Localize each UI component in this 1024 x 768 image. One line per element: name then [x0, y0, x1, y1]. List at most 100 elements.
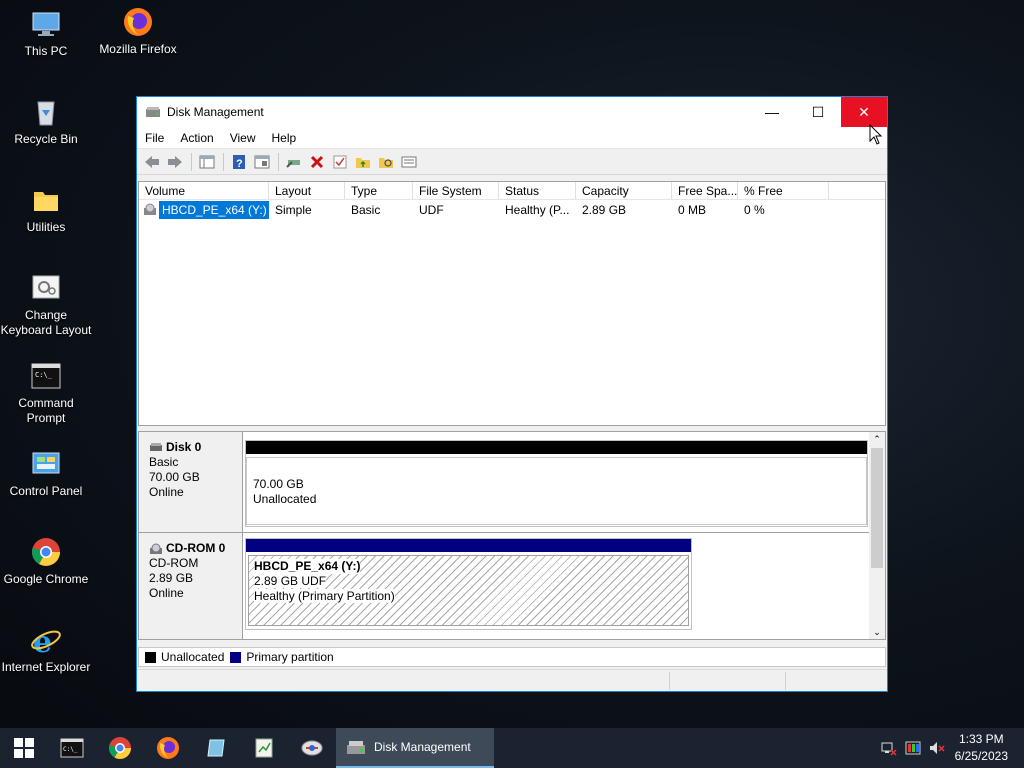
svg-text:?: ?: [236, 158, 243, 170]
column-header-volume[interactable]: Volume: [139, 182, 269, 199]
system-clock[interactable]: 1:33 PM 6/25/2023: [955, 731, 1008, 765]
desktop-icon-label: Change Keyboard Layout: [0, 308, 92, 337]
menu-action[interactable]: Action: [172, 131, 221, 145]
check-icon[interactable]: [329, 152, 351, 172]
cdrom-0-state: Online: [149, 586, 184, 600]
taskbar-chrome[interactable]: [96, 728, 144, 768]
volume-name-cell[interactable]: HBCD_PE_x64 (Y:): [158, 201, 269, 219]
desktop-icon-utilities[interactable]: Utilities: [0, 184, 92, 235]
taskbar-app-3[interactable]: [288, 728, 336, 768]
hard-disk-icon: [149, 442, 163, 454]
column-header-percent-free[interactable]: % Free: [738, 182, 829, 199]
disk-0-partition-area[interactable]: 70.00 GB Unallocated: [245, 440, 868, 527]
desktop-icon-label: Control Panel: [9, 484, 83, 498]
table-row[interactable]: HBCD_PE_x64 (Y:) Simple Basic UDF Health…: [139, 201, 885, 219]
desktop-icon-label: Recycle Bin: [14, 132, 78, 146]
taskbar-firefox[interactable]: [144, 728, 192, 768]
scroll-up-icon[interactable]: ⌃: [869, 432, 885, 446]
desktop-icon-chrome[interactable]: Google Chrome: [0, 536, 92, 587]
legend-primary-swatch: [230, 651, 242, 663]
minimize-button[interactable]: —: [749, 97, 795, 127]
column-header-file-system[interactable]: File System: [413, 182, 499, 199]
taskbar-disk-management[interactable]: Disk Management: [336, 728, 494, 768]
desktop-icon-internet-explorer[interactable]: e Internet Explorer: [0, 624, 92, 675]
column-header-type[interactable]: Type: [345, 182, 413, 199]
layout-cell: Simple: [275, 203, 312, 217]
chrome-icon: [109, 737, 131, 759]
forward-icon[interactable]: [164, 152, 186, 172]
svg-text:C:\_: C:\_: [63, 746, 78, 753]
cdrom-partition-status: Healthy (Primary Partition): [254, 589, 395, 603]
desktop-icon-command-prompt[interactable]: C:\_ Command Prompt: [0, 360, 92, 426]
cdrom-partition-title: HBCD_PE_x64 (Y:): [254, 559, 361, 574]
unallocated-bar: [246, 441, 867, 454]
disk-0-size: 70.00 GB: [149, 470, 200, 484]
console-tree-icon[interactable]: [196, 152, 218, 172]
taskbar: C:\_ Disk Management 1:33 PM 6/25/2023: [0, 728, 1024, 768]
disk-management-window: Disk Management — ☐ ✕ File Action View H…: [136, 96, 888, 692]
menu-help[interactable]: Help: [264, 131, 305, 145]
network-icon[interactable]: [881, 740, 897, 756]
cdrom-0-info[interactable]: CD-ROM 0 CD-ROM 2.89 GB Online: [139, 533, 243, 639]
close-button[interactable]: ✕: [841, 97, 887, 127]
maximize-button[interactable]: ☐: [795, 97, 841, 127]
folder-icon: [30, 184, 62, 216]
title-bar[interactable]: Disk Management — ☐ ✕: [137, 97, 887, 127]
legend-unallocated-label: Unallocated: [161, 650, 225, 664]
search-folder-icon[interactable]: [375, 152, 397, 172]
delete-icon[interactable]: [306, 152, 328, 172]
desktop-icon-keyboard-layout[interactable]: Change Keyboard Layout: [0, 272, 92, 338]
window-title: Disk Management: [167, 105, 264, 119]
mouse-cursor-icon: [869, 123, 883, 146]
desktop-icon-label: Command Prompt: [18, 396, 74, 425]
properties-icon[interactable]: [251, 152, 273, 172]
back-icon[interactable]: [141, 152, 163, 172]
disk-0-row: Disk 0 Basic 70.00 GB Online 70.00 GB Un…: [139, 432, 871, 532]
clock-time: 1:33 PM: [958, 732, 1004, 746]
taskbar-app-1[interactable]: [192, 728, 240, 768]
column-header-status[interactable]: Status: [499, 182, 576, 199]
tools-icon: [301, 740, 323, 756]
scroll-down-icon[interactable]: ⌄: [869, 625, 885, 639]
disk-graphical-view[interactable]: Disk 0 Basic 70.00 GB Online 70.00 GB Un…: [138, 431, 886, 640]
column-header-capacity[interactable]: Capacity: [576, 182, 672, 199]
volume-list-header: Volume Layout Type File System Status Ca…: [139, 182, 885, 200]
cdrom-0-name: CD-ROM 0: [166, 541, 226, 555]
status-cell: Healthy (P...: [505, 203, 570, 217]
legend: Unallocated Primary partition: [138, 647, 886, 667]
column-header-free-space[interactable]: Free Spa...: [672, 182, 738, 199]
disk-0-state: Online: [149, 485, 184, 499]
cdrom-0-partition-area[interactable]: HBCD_PE_x64 (Y:) 2.89 GB UDF Healthy (Pr…: [245, 538, 692, 630]
menu-file[interactable]: File: [137, 131, 172, 145]
desktop-icon-recycle-bin[interactable]: Recycle Bin: [0, 96, 92, 147]
cd-drive-icon: [143, 203, 157, 217]
spreadsheet-icon: [255, 738, 273, 758]
scroll-thumb[interactable]: [871, 448, 883, 568]
cdrom-partition-detail: 2.89 GB UDF: [254, 574, 327, 588]
disk-0-info[interactable]: Disk 0 Basic 70.00 GB Online: [139, 432, 243, 532]
disk-0-type: Basic: [149, 455, 179, 469]
settings-gear-icon: [30, 272, 62, 304]
rescan-icon[interactable]: [283, 152, 305, 172]
taskbar-app-2[interactable]: [240, 728, 288, 768]
desktop-icon-firefox[interactable]: Mozilla Firefox: [92, 6, 184, 57]
desktop-icon-label: Utilities: [26, 220, 66, 234]
start-button[interactable]: [0, 728, 48, 768]
folder-up-icon[interactable]: [352, 152, 374, 172]
volume-muted-icon[interactable]: [929, 740, 945, 756]
list-icon[interactable]: [398, 152, 420, 172]
menu-view[interactable]: View: [222, 131, 264, 145]
graphical-view-scrollbar[interactable]: ⌃ ⌄: [869, 432, 885, 639]
volume-list[interactable]: Volume Layout Type File System Status Ca…: [138, 181, 886, 426]
display-color-icon[interactable]: [905, 740, 921, 756]
desktop-icon-this-pc[interactable]: This PC: [0, 8, 92, 59]
free-space-cell: 0 MB: [678, 203, 707, 217]
notepad-icon: [207, 739, 225, 757]
disk-management-icon: [346, 738, 366, 756]
menu-bar: File Action View Help: [137, 127, 887, 149]
column-header-layout[interactable]: Layout: [269, 182, 345, 199]
taskbar-command-prompt[interactable]: C:\_: [48, 728, 96, 768]
help-icon[interactable]: ?: [228, 152, 250, 172]
file-system-cell: UDF: [419, 203, 444, 217]
desktop-icon-control-panel[interactable]: Control Panel: [0, 448, 92, 499]
